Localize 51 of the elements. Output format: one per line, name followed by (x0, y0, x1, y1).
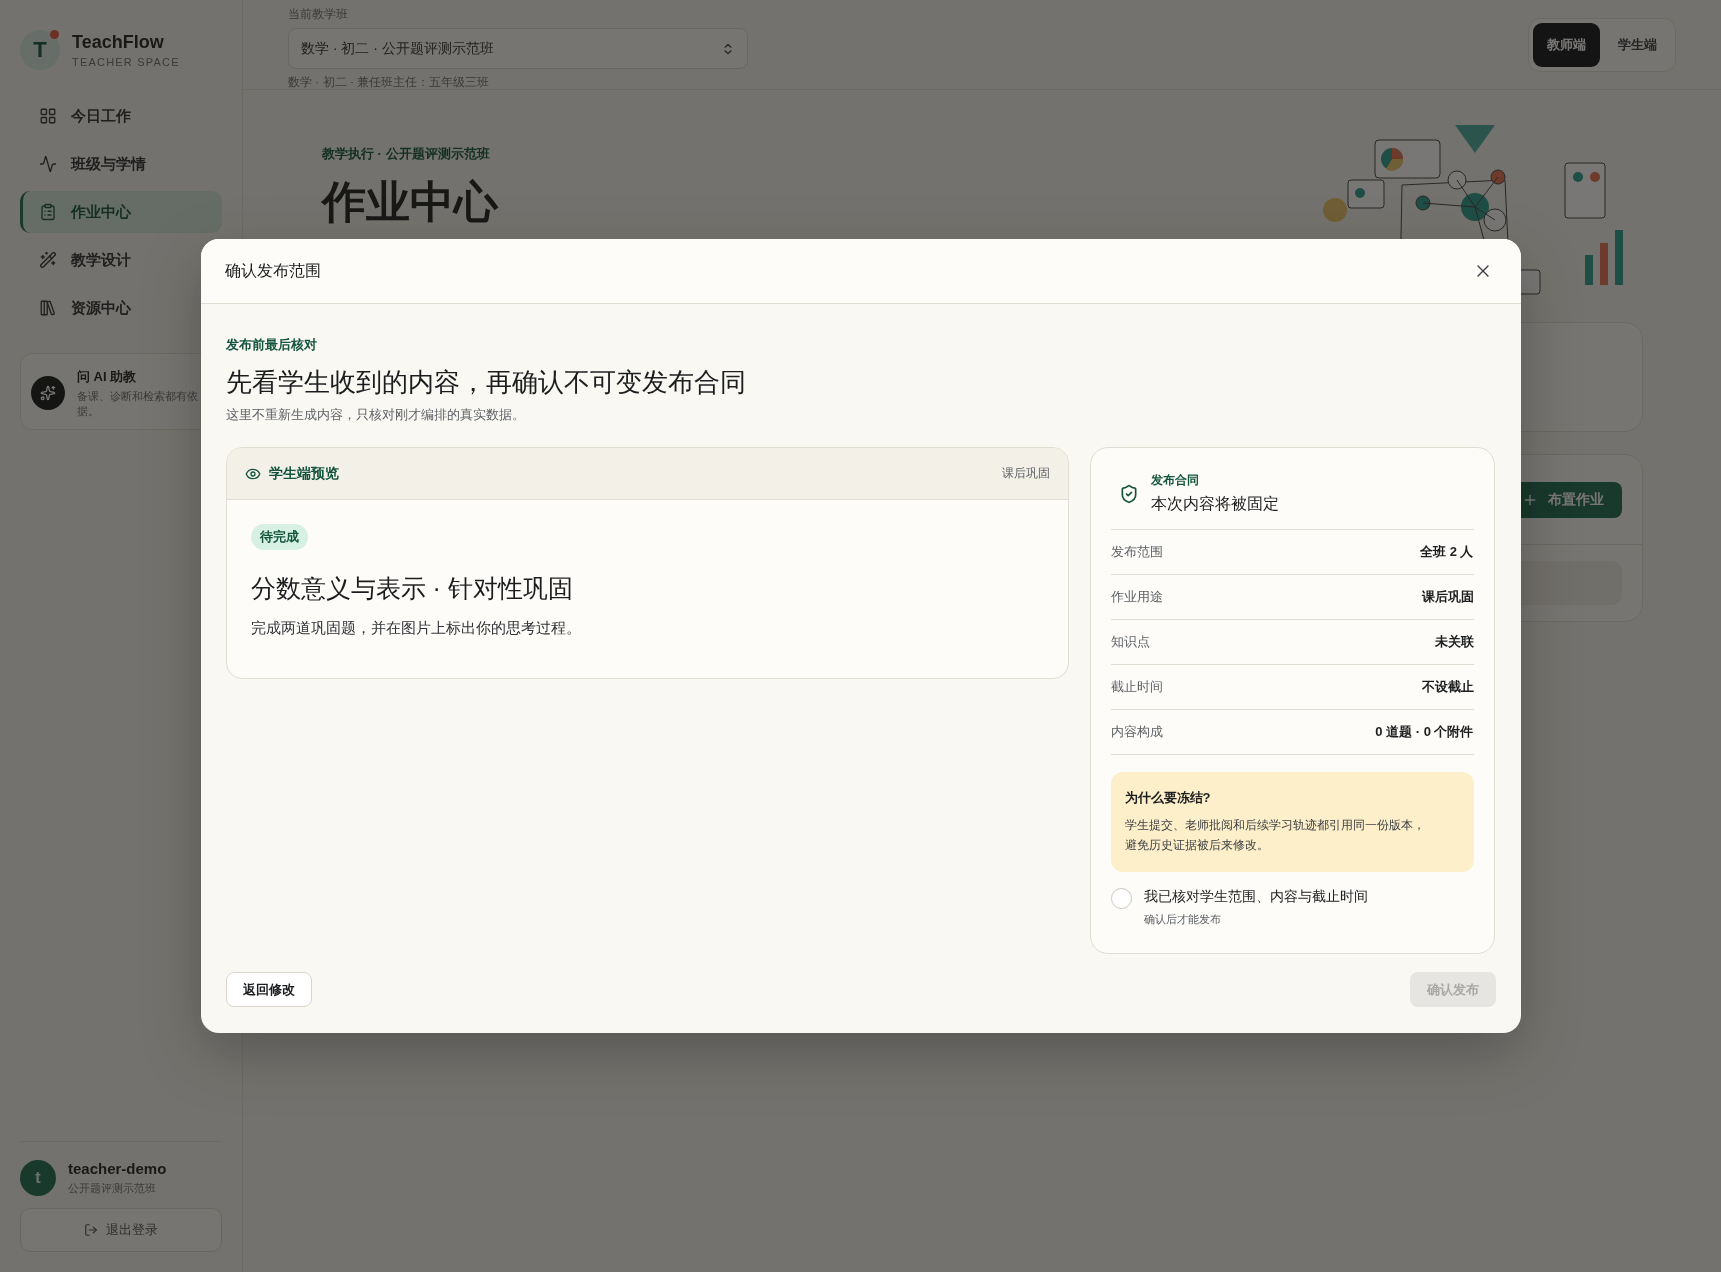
dialog-title: 确认发布范围 (224, 260, 321, 281)
back-button[interactable]: 返回修改 (225, 972, 312, 1007)
contract-label: 作业用途 (1110, 588, 1163, 606)
dialog-heading: 先看学生收到的内容，再确认不可变发布合同 (225, 366, 747, 399)
brand-subtitle: TEACHER SPACE (72, 56, 180, 68)
sparkle-icon (31, 376, 65, 411)
logout-button[interactable]: 退出登录 (20, 1208, 222, 1252)
checkbox-hint: 确认后才能发布 (1143, 912, 1222, 927)
contract-value: 不设截止 (1421, 678, 1474, 696)
purpose-tag: 课后巩固 (1001, 465, 1050, 482)
dialog-eyebrow: 发布前最后核对 (225, 336, 318, 354)
assignment-description: 完成两道巩固题，并在图片上标出你的思考过程。 (250, 619, 581, 638)
brand-logo: T (20, 30, 60, 70)
nav-icon (39, 155, 57, 173)
nav-icon (39, 203, 57, 221)
user-name: teacher-demo (68, 1160, 167, 1177)
notice-text: 学生提交、老师批阅和后续学习轨迹都引用同一份版本，避免历史证据被后来修改。 (1124, 817, 1426, 854)
status-badge: 待完成 (250, 524, 308, 550)
dialog-subtitle: 这里不重新生成内容，只核对刚才编排的真实数据。 (225, 406, 526, 424)
logout-icon (84, 1223, 98, 1237)
nav-item[interactable]: 今日工作 (20, 95, 222, 137)
nav-item[interactable]: 教学设计 (20, 239, 222, 281)
nav-item[interactable]: 作业中心 (20, 191, 222, 233)
contract-value: 全班 2 人 (1420, 543, 1474, 561)
confirm-checkbox[interactable] (1110, 888, 1132, 909)
class-select[interactable]: 数学 · 初二 · 公开题评测示范班 (288, 28, 748, 69)
nav-icon (39, 107, 57, 125)
nav-icon (39, 299, 57, 317)
assignment-title: 分数意义与表示 · 针对性巩固 (250, 573, 573, 604)
contract-value: 0 道题 · 0 个附件 (1375, 723, 1474, 741)
checkbox-label: 我已核对学生范围、内容与截止时间 (1143, 888, 1368, 906)
contract-value: 未关联 (1434, 633, 1474, 651)
preview-label: 学生端预览 (268, 464, 339, 483)
contract-value: 课后巩固 (1421, 588, 1474, 606)
contract-label: 知识点 (1110, 633, 1150, 651)
nav-item[interactable]: 资源中心 (20, 287, 222, 329)
contract-label: 截止时间 (1110, 678, 1163, 696)
user-avatar: t (20, 1160, 56, 1196)
nav-icon (39, 251, 57, 269)
brand-name: TeachFlow (72, 32, 165, 53)
contract-label: 发布范围 (1110, 543, 1163, 561)
page-eyebrow: 教学执行 · 公开题评测示范班 (322, 145, 491, 163)
contract-label: 内容构成 (1110, 723, 1163, 741)
mode-tab[interactable]: 学生端 (1604, 23, 1671, 67)
ai-card-title: 问 AI 助教 (77, 368, 138, 386)
contract-eyebrow: 发布合同 (1150, 472, 1200, 489)
contract-title: 本次内容将被固定 (1150, 494, 1279, 514)
notice-title: 为什么要冻结? (1124, 789, 1212, 807)
page-title: 作业中心 (322, 176, 498, 228)
mode-tab[interactable]: 教师端 (1533, 23, 1600, 67)
nav-item[interactable]: 班级与学情 (20, 143, 222, 185)
